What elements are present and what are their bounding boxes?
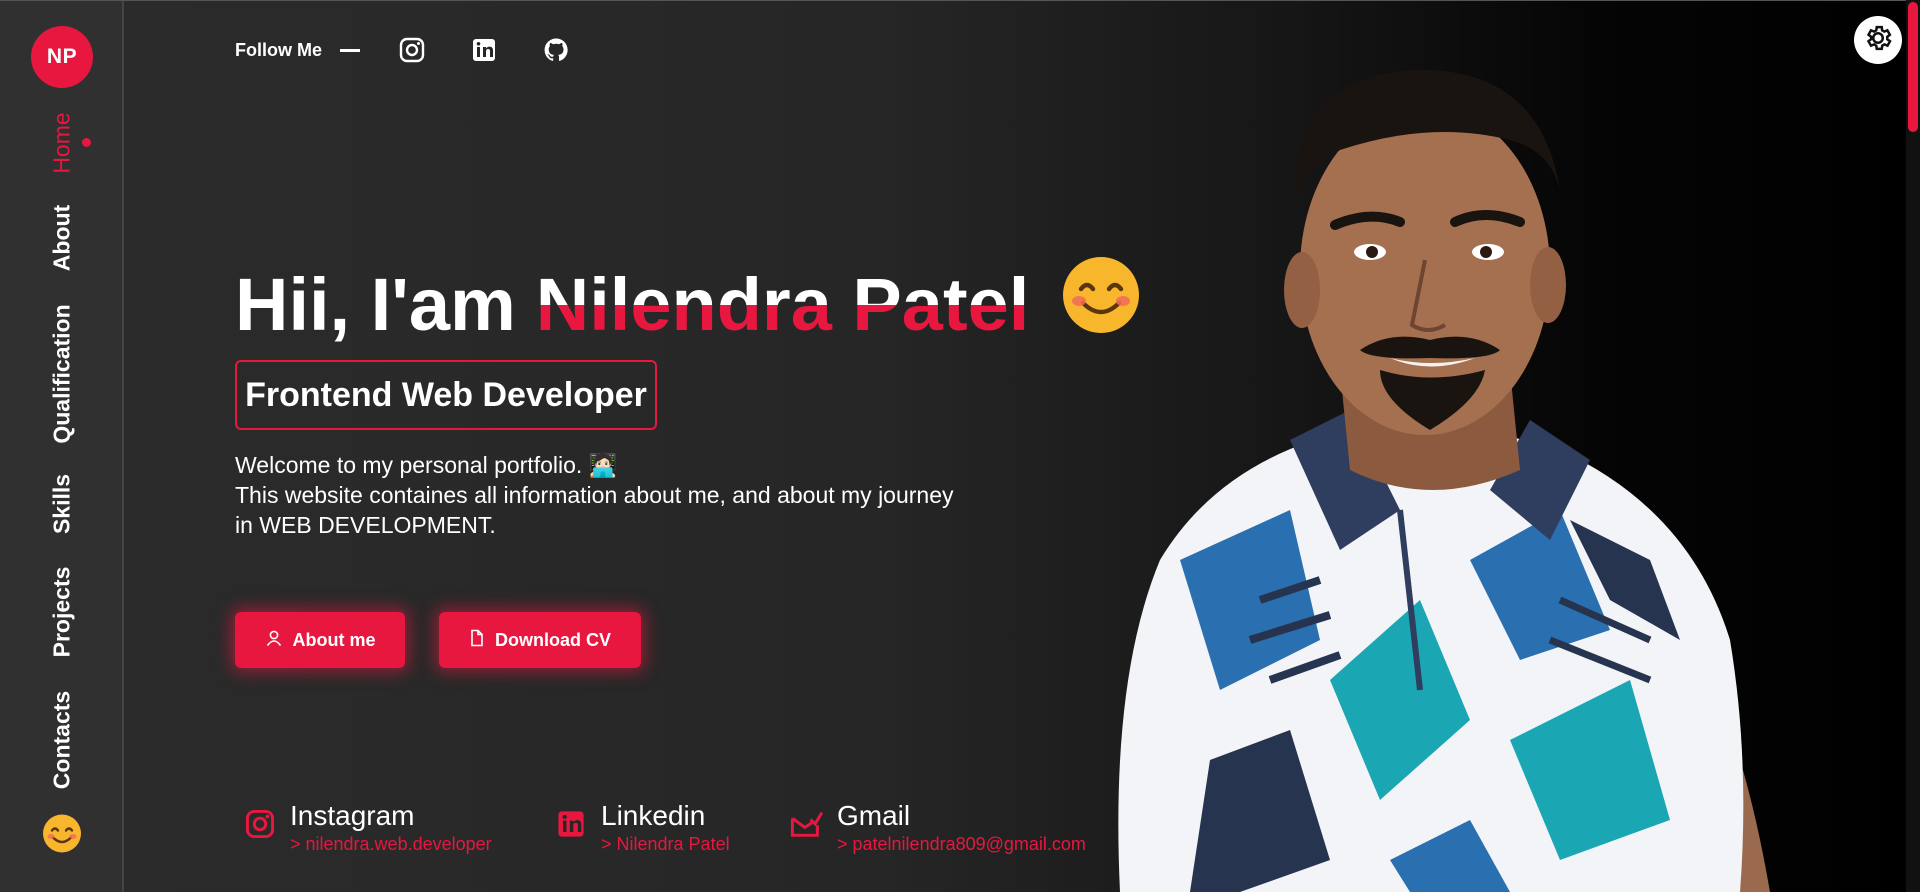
- nav-projects[interactable]: Projects: [49, 567, 76, 658]
- linkedin-icon[interactable]: [470, 36, 498, 64]
- role-badge: Frontend Web Developer: [235, 360, 657, 430]
- nav-qualification[interactable]: Qualification: [49, 304, 76, 443]
- scrollbar-thumb[interactable]: [1908, 2, 1918, 132]
- follow-me-bar: Follow Me: [235, 36, 600, 64]
- contact-value: > nilendra.web.developer: [290, 834, 492, 854]
- contact-value: > patelnilendra809@gmail.com: [837, 834, 1086, 854]
- contact-gmail[interactable]: Gmail > patelnilendra809@gmail.com: [789, 800, 1086, 856]
- smiling-face-icon: [42, 814, 82, 859]
- linkedin-icon: [555, 808, 587, 845]
- file-icon: [469, 629, 485, 652]
- instagram-icon[interactable]: [398, 36, 426, 64]
- contact-instagram[interactable]: Instagram > nilendra.web.developer: [244, 800, 492, 856]
- nav-contacts[interactable]: Contacts: [49, 691, 76, 789]
- instagram-icon: [244, 808, 276, 845]
- settings-button[interactable]: [1854, 16, 1902, 64]
- greeting-text: Hii, I'am: [235, 263, 516, 346]
- contact-label: Linkedin: [601, 800, 706, 831]
- follow-me-label: Follow Me: [235, 39, 322, 60]
- nav-about[interactable]: About: [49, 205, 76, 271]
- contact-value: > Nilendra Patel: [601, 834, 730, 854]
- intro-text: Welcome to my personal portfolio. 🧑🏻‍💻 T…: [235, 450, 955, 540]
- download-cv-label: Download CV: [495, 629, 611, 650]
- download-cv-button[interactable]: Download CV: [439, 612, 641, 668]
- intro-line-2: This website containes all information a…: [235, 482, 954, 538]
- mail-icon: [789, 808, 824, 845]
- user-icon: [265, 629, 283, 652]
- contact-label: Instagram: [290, 800, 415, 831]
- active-nav-indicator: [82, 138, 91, 147]
- nav-home[interactable]: Home: [49, 112, 76, 173]
- intro-line-1: Welcome to my personal portfolio. 🧑🏻‍💻: [235, 452, 618, 478]
- nav-skills[interactable]: Skills: [49, 474, 76, 534]
- sidebar: NP Home About Qualification Skills Proje…: [0, 0, 124, 892]
- scrollbar[interactable]: [1906, 0, 1920, 892]
- hero-headline: Hii, I'am Nilendra Patel: [235, 255, 1141, 355]
- hero-name: Nilendra Patel: [536, 260, 1030, 350]
- about-me-button[interactable]: About me: [235, 612, 405, 668]
- logo-badge[interactable]: NP: [31, 26, 93, 88]
- about-me-label: About me: [292, 629, 376, 650]
- top-border: [0, 0, 1920, 1]
- gear-icon: [1863, 23, 1893, 58]
- profile-photo: [1090, 40, 1830, 892]
- github-icon[interactable]: [542, 36, 570, 64]
- contact-linkedin[interactable]: Linkedin > Nilendra Patel: [555, 800, 730, 856]
- follow-divider: [340, 48, 360, 52]
- contact-label: Gmail: [837, 800, 911, 831]
